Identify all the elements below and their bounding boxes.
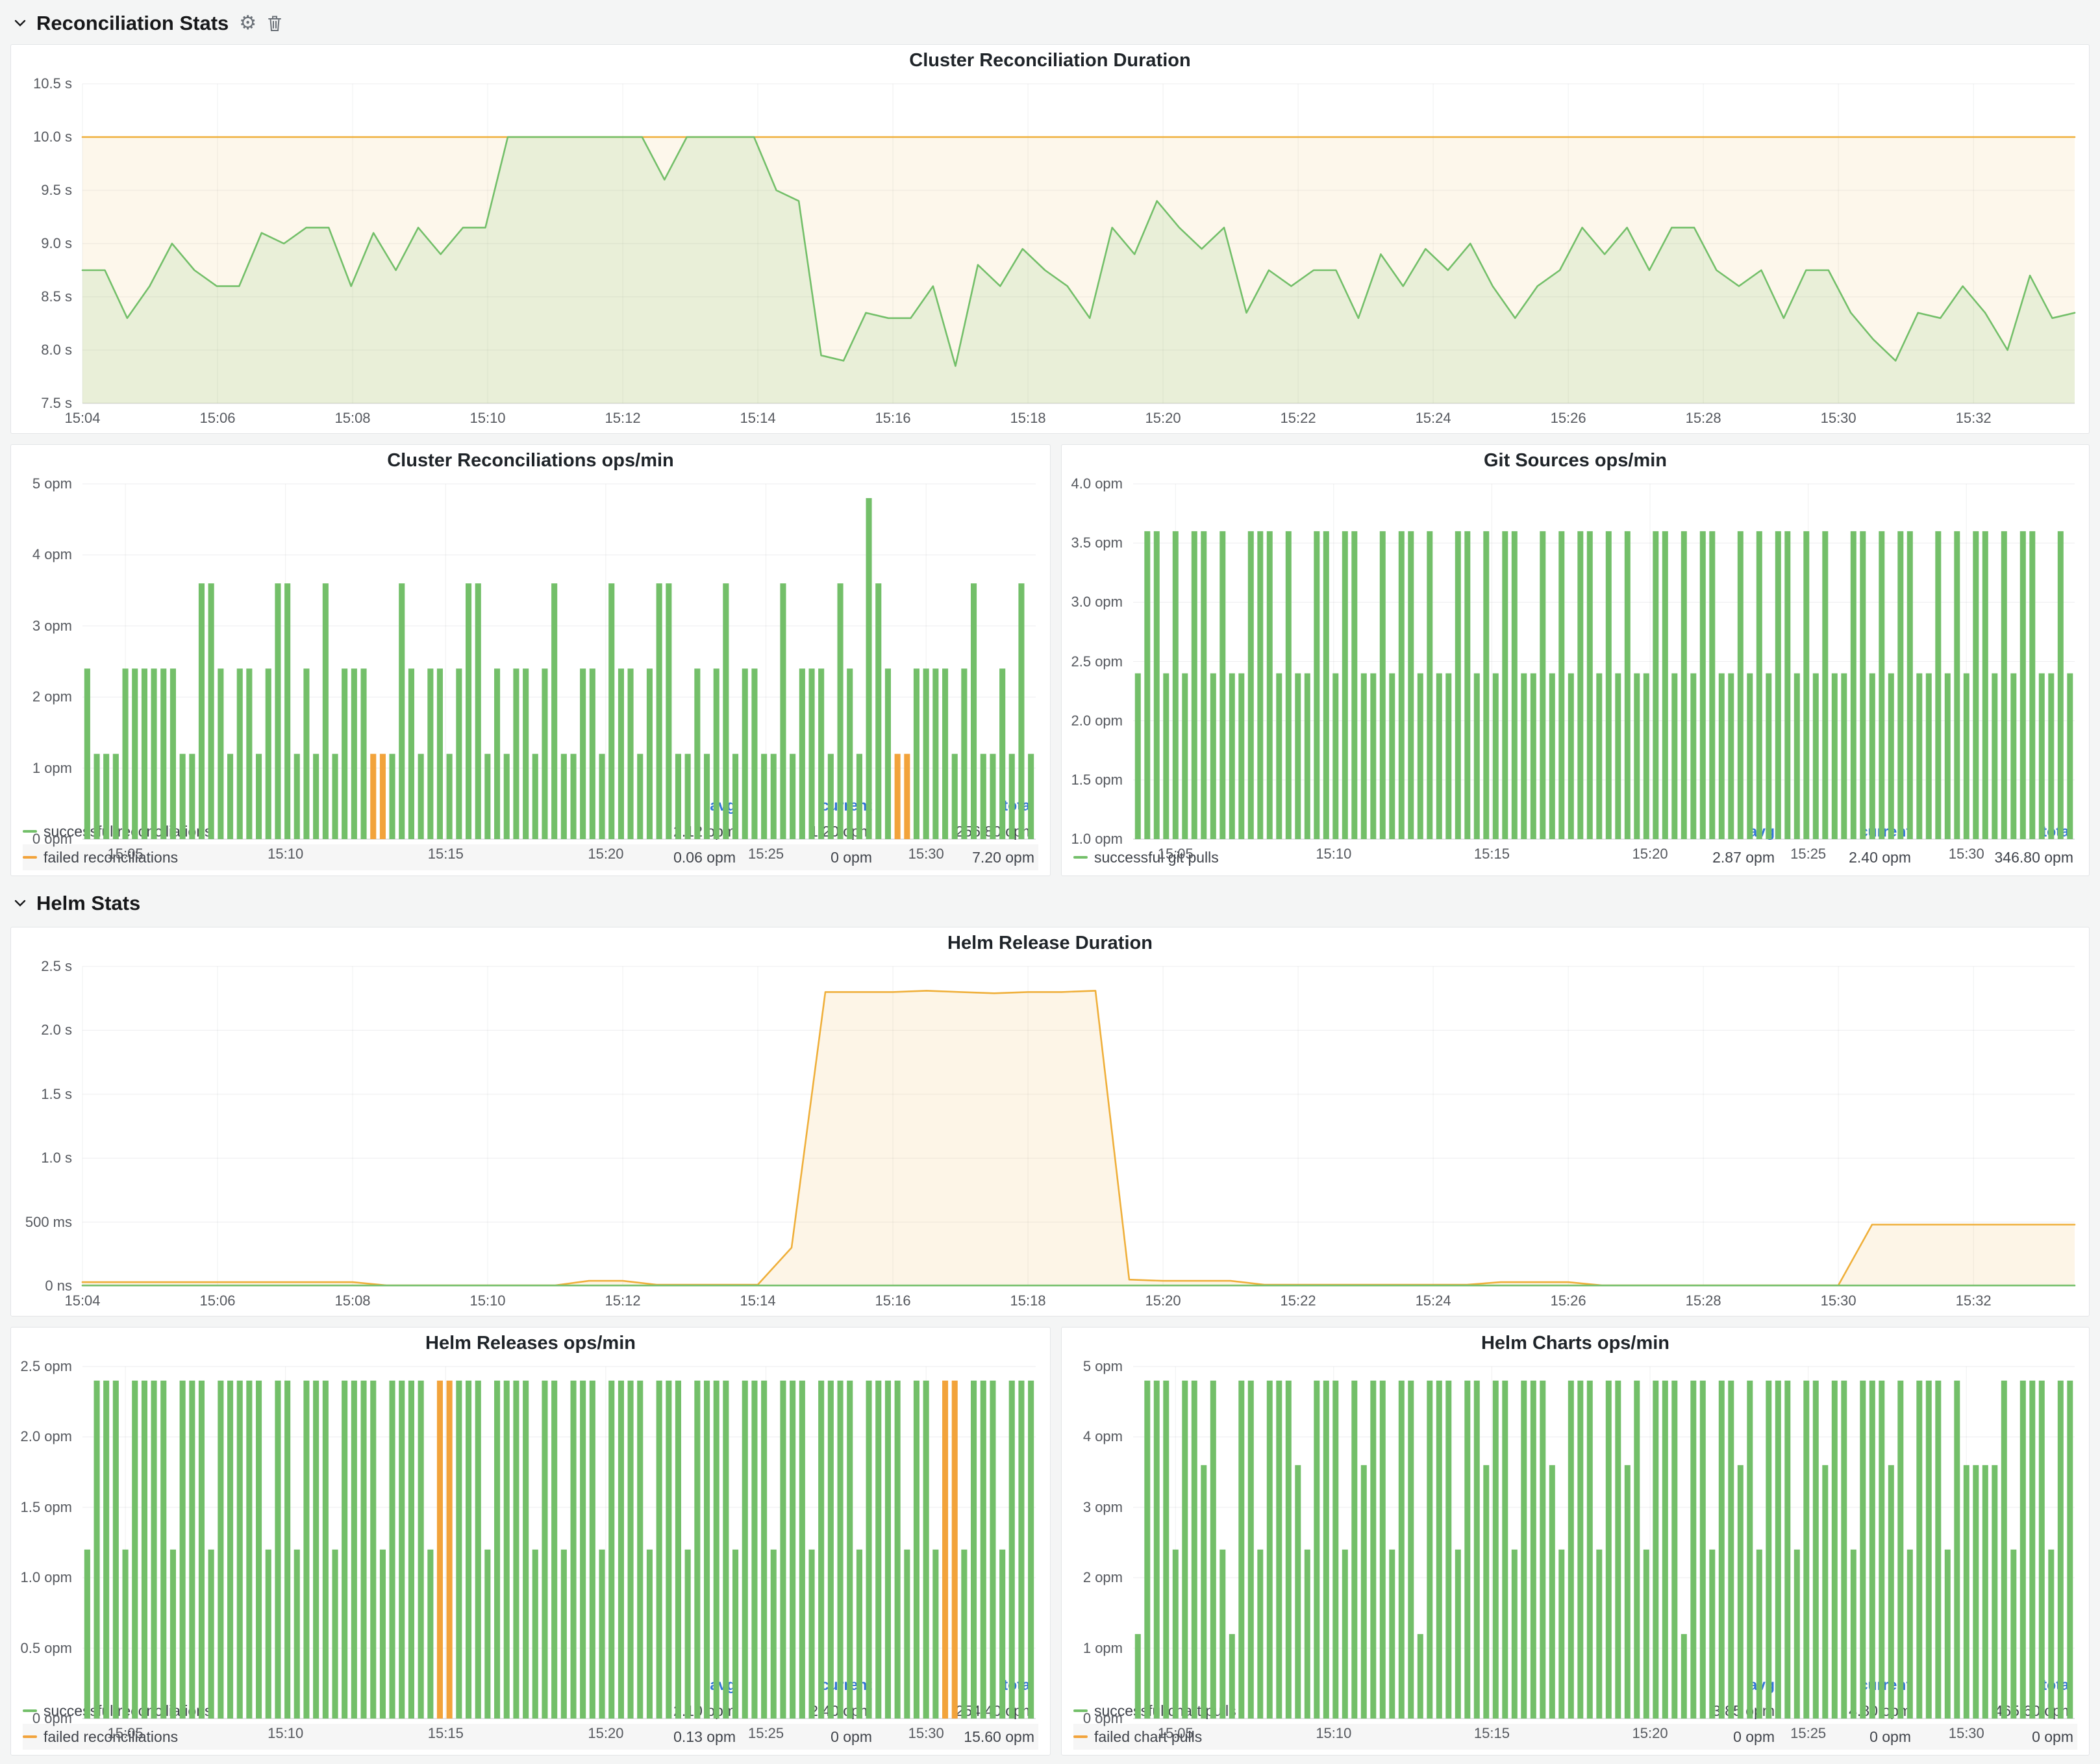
dashboard: Reconciliation Stats ⚙ Cluster Reconcili… xyxy=(0,0,2100,1756)
panel-title[interactable]: Cluster Reconciliations ops/min xyxy=(11,445,1050,476)
chart-helm-release-duration: 0 ns500 ms1.0 s1.5 s2.0 s2.5 s15:0415:06… xyxy=(11,959,2089,1316)
chart-canvas xyxy=(11,1359,1050,1748)
panel-title[interactable]: Git Sources ops/min xyxy=(1062,445,2089,476)
section-helm-stats[interactable]: Helm Stats xyxy=(10,887,2090,920)
bar-series xyxy=(1135,531,2073,839)
panel-title-text: Helm Releases ops/min xyxy=(425,1333,636,1354)
panel-helm-release-duration: Helm Release Duration 0 ns500 ms1.0 s1.5… xyxy=(10,927,2090,1317)
bar-series xyxy=(84,498,1034,839)
panel-git-sources-opm: Git Sources ops/min 1.0 opm1.5 opm2.0 op… xyxy=(1061,444,2090,876)
chart-cluster-reconciliation-duration: 7.5 s8.0 s8.5 s9.0 s9.5 s10.0 s10.5 s15:… xyxy=(11,76,2089,433)
panel-helm-releases-opm: Helm Releases ops/min 0 opm0.5 opm1.0 op… xyxy=(10,1327,1051,1756)
chevron-down-icon xyxy=(14,900,26,907)
chart-canvas xyxy=(11,476,1050,869)
bar-series xyxy=(84,1381,1034,1719)
chevron-down-icon xyxy=(14,19,26,27)
panel-helm-charts-opm: Helm Charts ops/min 0 opm1 opm2 opm3 opm… xyxy=(1061,1327,2090,1756)
trash-icon[interactable] xyxy=(267,14,282,32)
chart-git-sources-opm: 1.0 opm1.5 opm2.0 opm2.5 opm3.0 opm3.5 o… xyxy=(1062,476,2089,817)
panel-title[interactable]: Helm Releases ops/min xyxy=(11,1328,1050,1359)
panel-cluster-reconciliation-duration: Cluster Reconciliation Duration 7.5 s8.0… xyxy=(10,44,2090,434)
section-reconciliation-stats[interactable]: Reconciliation Stats ⚙ xyxy=(10,6,2090,40)
chart-canvas xyxy=(1062,1359,2089,1748)
panel-title[interactable]: Helm Charts ops/min xyxy=(1062,1328,2089,1359)
panel-title-text: Helm Charts ops/min xyxy=(1481,1333,1669,1354)
panel-title[interactable]: Helm Release Duration xyxy=(11,927,2089,959)
gear-icon[interactable]: ⚙ xyxy=(239,14,256,33)
chart-canvas xyxy=(11,959,2089,1316)
panel-title-text: Git Sources ops/min xyxy=(1484,450,1667,472)
panel-title[interactable]: Cluster Reconciliation Duration xyxy=(11,45,2089,76)
line-series xyxy=(82,990,2075,1286)
panel-title-text: Cluster Reconciliation Duration xyxy=(909,50,1190,71)
panel-cluster-reconciliations-opm: Cluster Reconciliations ops/min 0 opm1 o… xyxy=(10,444,1051,876)
section-title[interactable]: Reconciliation Stats xyxy=(36,12,229,35)
chart-helm-charts-opm: 0 opm1 opm2 opm3 opm4 opm5 opm15:0515:10… xyxy=(1062,1359,2089,1670)
chart-canvas xyxy=(1062,476,2089,869)
panel-title-text: Cluster Reconciliations ops/min xyxy=(387,450,674,472)
panel-title-text: Helm Release Duration xyxy=(947,933,1153,954)
chart-canvas xyxy=(11,76,2089,433)
section-title[interactable]: Helm Stats xyxy=(36,892,140,915)
chart-helm-releases-opm: 0 opm0.5 opm1.0 opm1.5 opm2.0 opm2.5 opm… xyxy=(11,1359,1050,1670)
chart-cluster-reconciliations-opm: 0 opm1 opm2 opm3 opm4 opm5 opm15:0515:10… xyxy=(11,476,1050,791)
bar-series xyxy=(1135,1381,2073,1719)
